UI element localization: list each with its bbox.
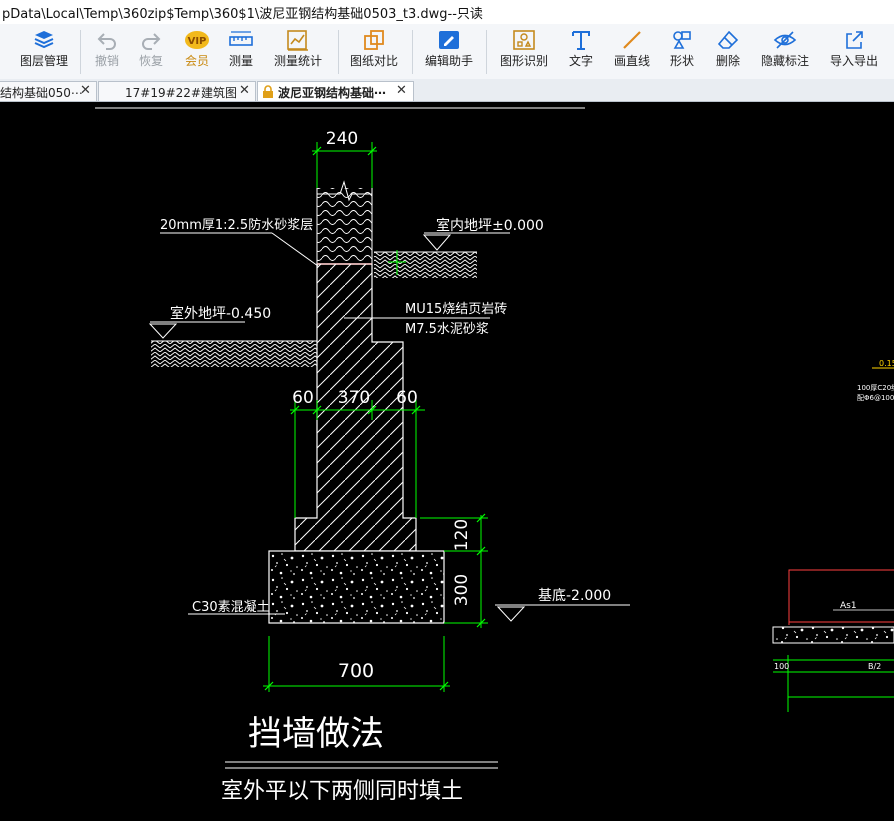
leader-line [271, 232, 319, 267]
shape-icon [673, 31, 691, 49]
tab-document-1[interactable]: 结构基础050⋯ ✕ [0, 81, 97, 101]
hide-annotation-button[interactable]: 隐藏标注 [758, 24, 812, 79]
ruler-icon [229, 31, 253, 46]
main-toolbar: 图层管理 撤销 恢复 VIP 会员 测量 测量统计 图纸对比 编辑助手 图形识别… [0, 24, 894, 80]
text-button[interactable]: 文字 [565, 24, 597, 79]
close-icon[interactable]: ✕ [239, 83, 250, 98]
indoor-soil-hatch [374, 252, 477, 278]
toolbar-separator [486, 30, 487, 74]
vip-icon: VIP [185, 31, 209, 49]
waterproof-hatch [317, 188, 372, 264]
lock-icon [263, 85, 273, 98]
dim-300-text: 300 [452, 574, 472, 606]
measure-stats-button[interactable]: 测量统计 [270, 24, 326, 79]
shape-label: 形状 [669, 54, 694, 68]
undo-icon [97, 33, 116, 50]
vip-button[interactable]: VIP 会员 [180, 24, 214, 79]
tab-label: 结构基础050⋯ [0, 86, 83, 100]
right-as-text: As1 [840, 601, 857, 611]
tab-label: 17#19#22#建筑图 [125, 86, 237, 100]
export-icon [846, 31, 863, 49]
material-mortar-text: M7.5水泥砂浆 [405, 322, 489, 337]
shape-recognize-button[interactable]: 图形识别 [496, 24, 552, 79]
dim-right-text: 60 [396, 388, 418, 408]
close-icon[interactable]: ✕ [80, 83, 91, 98]
shape-recognize-icon [513, 30, 535, 50]
compare-icon [364, 30, 384, 50]
right-detail-outline [788, 569, 894, 625]
measure-stats-label: 测量统计 [273, 54, 322, 68]
toolbar-separator [338, 30, 339, 74]
document-tab-bar: 结构基础050⋯ ✕ 17#19#22#建筑图 ✕ 波尼亚钢结构基础⋯ ✕ [0, 79, 894, 102]
cad-drawing-canvas[interactable]: 240 室内地坪±0.000 室外地坪-0.450 20mm厚1:2.5防水砂浆… [0, 101, 894, 821]
concrete-footing [268, 550, 445, 624]
redo-label: 恢复 [138, 54, 163, 68]
measure-button[interactable]: 测量 [224, 24, 258, 79]
caption-subtitle: 室外平以下两侧同时填土 [221, 779, 463, 804]
layers-icon [34, 31, 54, 49]
right-note-2: 配Φ6@100 [857, 394, 894, 402]
edit-assistant-button[interactable]: 编辑助手 [421, 24, 477, 79]
dim-top-text: 240 [326, 129, 358, 149]
layer-manage-label: 图层管理 [19, 54, 68, 68]
draw-line-button[interactable]: 画直线 [610, 24, 654, 79]
level-base-text: 基底-2.000 [538, 587, 611, 604]
shape-recognize-label: 图形识别 [499, 54, 548, 68]
tab-label: 波尼亚钢结构基础⋯ [278, 86, 387, 100]
retaining-wall-section: 240 室内地坪±0.000 室外地坪-0.450 20mm厚1:2.5防水砂浆… [95, 107, 630, 804]
right-footing [772, 626, 894, 644]
chart-icon [287, 30, 308, 51]
dim-mid-text: 370 [338, 388, 370, 408]
level-outdoor-text: 室外地坪-0.450 [170, 305, 271, 322]
level-symbol [148, 323, 178, 339]
right-note-1: 100厚C20细石 [857, 383, 894, 392]
toolbar-separator [80, 30, 81, 74]
toolbar-separator [412, 30, 413, 74]
compare-button[interactable]: 图纸对比 [346, 24, 402, 79]
dim-120-text: 120 [452, 519, 472, 551]
tab-document-3[interactable]: 波尼亚钢结构基础⋯ ✕ [257, 81, 414, 101]
close-icon[interactable]: ✕ [396, 83, 407, 98]
window-title: pData\Local\Temp\360zip$Temp\360$1\波尼亚钢结… [2, 7, 483, 22]
level-indoor-text: 室内地坪±0.000 [436, 217, 544, 234]
right-level-text: 0.150 [879, 359, 894, 368]
text-icon [572, 31, 590, 50]
dim-bottom-text: 700 [338, 660, 374, 682]
undo-label: 撤销 [94, 54, 119, 68]
caption-title: 挡墙做法 [248, 714, 384, 754]
outdoor-soil-hatch [151, 341, 317, 367]
layer-manage-button[interactable]: 图层管理 [14, 24, 74, 79]
level-symbol [496, 606, 526, 622]
vip-label: 会员 [184, 54, 209, 68]
import-export-label: 导入导出 [829, 54, 878, 68]
redo-button[interactable]: 恢复 [134, 24, 168, 79]
redo-icon [142, 33, 161, 50]
note-waterproof-text: 20mm厚1:2.5防水砂浆层 [160, 217, 313, 233]
edit-assistant-label: 编辑助手 [424, 54, 473, 68]
undo-button[interactable]: 撤销 [90, 24, 124, 79]
compare-label: 图纸对比 [349, 54, 398, 68]
svg-text:VIP: VIP [188, 36, 207, 47]
right-dim-2: B/2 [868, 662, 881, 671]
measure-label: 测量 [228, 54, 253, 68]
adjacent-detail-partial: 0.150 100厚C20细石 配Φ6@100 As1 100 B/2 [772, 359, 894, 712]
edit-assistant-icon [439, 31, 459, 49]
eye-off-icon [773, 31, 797, 49]
tab-document-2[interactable]: 17#19#22#建筑图 ✕ [98, 81, 256, 101]
delete-label: 删除 [715, 54, 740, 68]
delete-button[interactable]: 删除 [712, 24, 744, 79]
shape-button[interactable]: 形状 [666, 24, 698, 79]
import-export-button[interactable]: 导入导出 [826, 24, 882, 79]
level-symbol [422, 234, 452, 251]
concrete-text: C30素混凝土 [192, 599, 270, 615]
hide-annotation-label: 隐藏标注 [760, 54, 809, 68]
right-dim-1: 100 [774, 662, 789, 671]
text-label: 文字 [568, 54, 593, 68]
line-icon [623, 31, 641, 49]
window-title-bar: pData\Local\Temp\360zip$Temp\360$1\波尼亚钢结… [0, 0, 894, 25]
dim-left-text: 60 [292, 388, 314, 408]
material-brick-text: MU15烧结页岩砖 [405, 302, 507, 317]
eraser-icon [717, 30, 739, 49]
draw-line-label: 画直线 [613, 54, 650, 68]
